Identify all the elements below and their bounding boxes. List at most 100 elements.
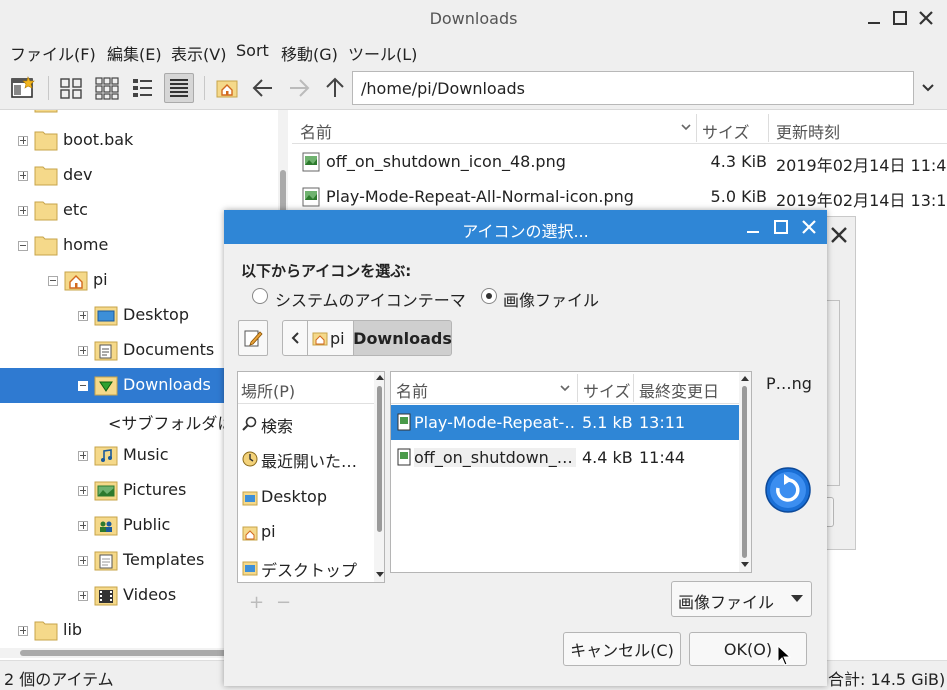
expand-icon[interactable] <box>78 311 88 321</box>
place-desktop-jp[interactable]: デスクトップ <box>238 550 374 582</box>
menu-sort[interactable]: Sort <box>236 41 269 60</box>
file-row[interactable]: off_on_shutdown_icon_48.png 4.3 KiB 2019… <box>292 144 947 179</box>
place-label: デスクトップ <box>261 561 358 580</box>
home-button[interactable] <box>212 73 242 103</box>
places-scrollbar[interactable] <box>374 372 384 582</box>
file-date: 2019年02月14日 13:11 <box>776 191 947 210</box>
column-name[interactable]: 名前 <box>300 119 332 143</box>
minimize-icon[interactable] <box>864 8 884 28</box>
dialog-file-scrollbar[interactable] <box>739 372 751 572</box>
tree-item-label: boot.bak <box>63 130 134 149</box>
tree-item-label: Desktop <box>123 305 189 324</box>
menu-edit[interactable]: 編集(E) <box>107 41 162 65</box>
minimize-icon[interactable] <box>744 218 762 236</box>
path-input[interactable] <box>352 71 914 105</box>
dialog-titlebar[interactable]: アイコンの選択... <box>224 210 827 244</box>
icon-view-icon <box>60 78 82 99</box>
places-sidebar[interactable]: 場所(P) 検索 最近開いた… Desktop pi デスクトップ <box>237 371 385 583</box>
detailed-list-view-button[interactable] <box>164 73 194 103</box>
close-icon[interactable] <box>828 224 850 246</box>
column-size[interactable]: サイズ <box>702 119 750 143</box>
image-file-icon <box>302 187 320 207</box>
location-edit-button[interactable] <box>238 320 268 356</box>
expand-icon[interactable] <box>78 591 88 601</box>
tree-item-label: Pictures <box>123 480 187 499</box>
expand-icon[interactable] <box>78 486 88 496</box>
file-filter-combo[interactable]: 画像ファイル <box>671 581 812 617</box>
radio-system-theme[interactable] <box>252 288 268 304</box>
places-scroll-thumb[interactable] <box>377 386 382 532</box>
menu-tools[interactable]: ツール(L) <box>348 41 417 65</box>
tree-item[interactable]: boot.bak <box>0 123 280 158</box>
dialog-file-row[interactable]: Play-Mode-Repeat-… 5.1 kB 13:11 <box>391 405 739 440</box>
tree-hscroll-thumb[interactable] <box>20 650 230 656</box>
up-button[interactable] <box>320 73 350 103</box>
desktop-folder-icon <box>242 561 258 576</box>
place-label: Desktop <box>261 487 327 506</box>
dialog-file-scroll-thumb[interactable] <box>742 386 747 558</box>
dialog-file-name: off_on_shutdown_… <box>414 448 576 467</box>
expand-icon[interactable] <box>78 451 88 461</box>
expand-icon[interactable] <box>18 136 28 146</box>
tree-item-label: Templates <box>123 550 205 569</box>
scroll-up-arrow-icon[interactable] <box>741 375 749 381</box>
expand-icon[interactable] <box>18 626 28 636</box>
place-recent[interactable]: 最近開いた… <box>238 441 374 476</box>
folder-icon <box>34 619 58 641</box>
place-desktop[interactable]: Desktop <box>238 480 374 515</box>
maximize-icon[interactable] <box>890 8 910 28</box>
close-icon[interactable] <box>800 218 818 236</box>
expand-icon[interactable] <box>78 521 88 531</box>
expand-icon[interactable] <box>18 206 28 216</box>
scroll-up-arrow-icon[interactable] <box>376 374 384 380</box>
back-button[interactable] <box>248 73 278 103</box>
collapse-icon[interactable] <box>48 276 58 286</box>
tree-item[interactable]: dev <box>0 158 280 193</box>
dialog-file-size: 4.4 kB <box>582 448 633 467</box>
dialog-file-list[interactable]: 名前 サイズ 最終変更日 Play-Mode-Repeat-… 5.1 kB 1… <box>390 371 752 573</box>
cancel-button[interactable]: キャンセル(C) <box>563 632 681 666</box>
file-name: off_on_shutdown_icon_48.png <box>326 152 566 171</box>
maximize-icon[interactable] <box>772 218 790 236</box>
folder-icon <box>34 129 58 151</box>
close-icon[interactable] <box>916 8 936 28</box>
column-modified[interactable]: 最終変更日 <box>639 378 719 402</box>
scroll-down-arrow-icon[interactable] <box>376 572 384 578</box>
new-tab-button[interactable] <box>8 73 38 103</box>
thumbnail-view-button[interactable] <box>92 73 122 103</box>
path-button-downloads[interactable]: Downloads <box>353 320 452 356</box>
collapse-icon[interactable] <box>18 241 28 251</box>
add-place-button[interactable]: + <box>249 592 264 613</box>
column-modified[interactable]: 更新時刻 <box>776 119 840 143</box>
radio-image-file-label[interactable]: 画像ファイル <box>503 287 599 311</box>
radio-image-file[interactable] <box>481 288 497 304</box>
column-size[interactable]: サイズ <box>583 378 631 402</box>
remove-place-button[interactable]: − <box>276 592 291 613</box>
window-titlebar[interactable]: Downloads <box>0 0 947 36</box>
column-name[interactable]: 名前 <box>396 378 428 402</box>
file-row[interactable]: Play-Mode-Repeat-All-Normal-icon.png 5.0… <box>292 179 947 214</box>
icon-view-button[interactable] <box>56 73 86 103</box>
folder-icon <box>34 110 58 113</box>
menu-go[interactable]: 移動(G) <box>281 41 338 65</box>
sort-chevron-icon <box>560 385 570 392</box>
scroll-down-arrow-icon[interactable] <box>741 562 749 568</box>
place-label: 最近開いた… <box>261 452 358 471</box>
dialog-file-row[interactable]: off_on_shutdown_… 4.4 kB 11:44 <box>391 440 739 475</box>
compact-view-button[interactable] <box>128 73 158 103</box>
collapse-icon[interactable] <box>78 381 88 391</box>
menu-file[interactable]: ファイル(F) <box>10 41 96 65</box>
place-search[interactable]: 検索 <box>238 406 374 441</box>
radio-system-theme-label[interactable]: システムのアイコンテーマ <box>275 287 466 311</box>
dialog-heading: 以下からアイコンを選ぶ: <box>241 262 412 280</box>
up-arrow-icon <box>326 77 344 97</box>
place-home[interactable]: pi <box>238 515 374 550</box>
expand-icon[interactable] <box>78 346 88 356</box>
expand-icon[interactable] <box>18 171 28 181</box>
path-button-pi[interactable]: pi <box>308 320 354 356</box>
path-back-button[interactable] <box>282 320 308 356</box>
expand-icon[interactable] <box>78 556 88 566</box>
forward-button[interactable] <box>284 73 314 103</box>
menu-view[interactable]: 表示(V) <box>171 41 226 65</box>
path-dropdown-button[interactable] <box>914 71 942 105</box>
